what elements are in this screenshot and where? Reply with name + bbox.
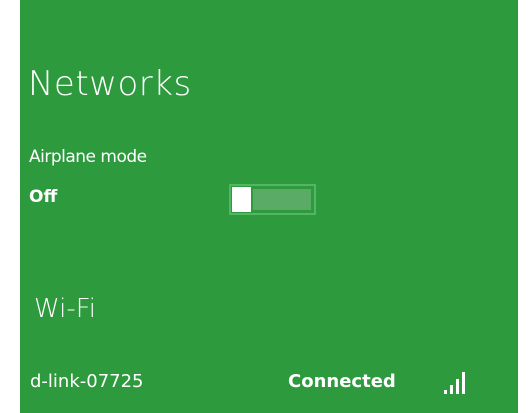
network-name: d-link-07725: [30, 371, 144, 392]
network-item-d-link-07725[interactable]: d-link-07725 Connected: [20, 362, 518, 402]
networks-panel: Networks Airplane mode Off Wi-Fi d-link-…: [20, 0, 518, 413]
page-title: Networks: [28, 64, 192, 104]
airplane-mode-label: Airplane mode: [29, 147, 147, 167]
wifi-heading: Wi-Fi: [34, 294, 97, 324]
signal-strength-icon: [444, 372, 465, 394]
airplane-mode-state: Off: [29, 187, 58, 207]
airplane-mode-toggle[interactable]: [229, 184, 316, 215]
toggle-track: [253, 189, 311, 210]
toggle-thumb[interactable]: [232, 187, 251, 212]
network-status: Connected: [288, 371, 396, 392]
